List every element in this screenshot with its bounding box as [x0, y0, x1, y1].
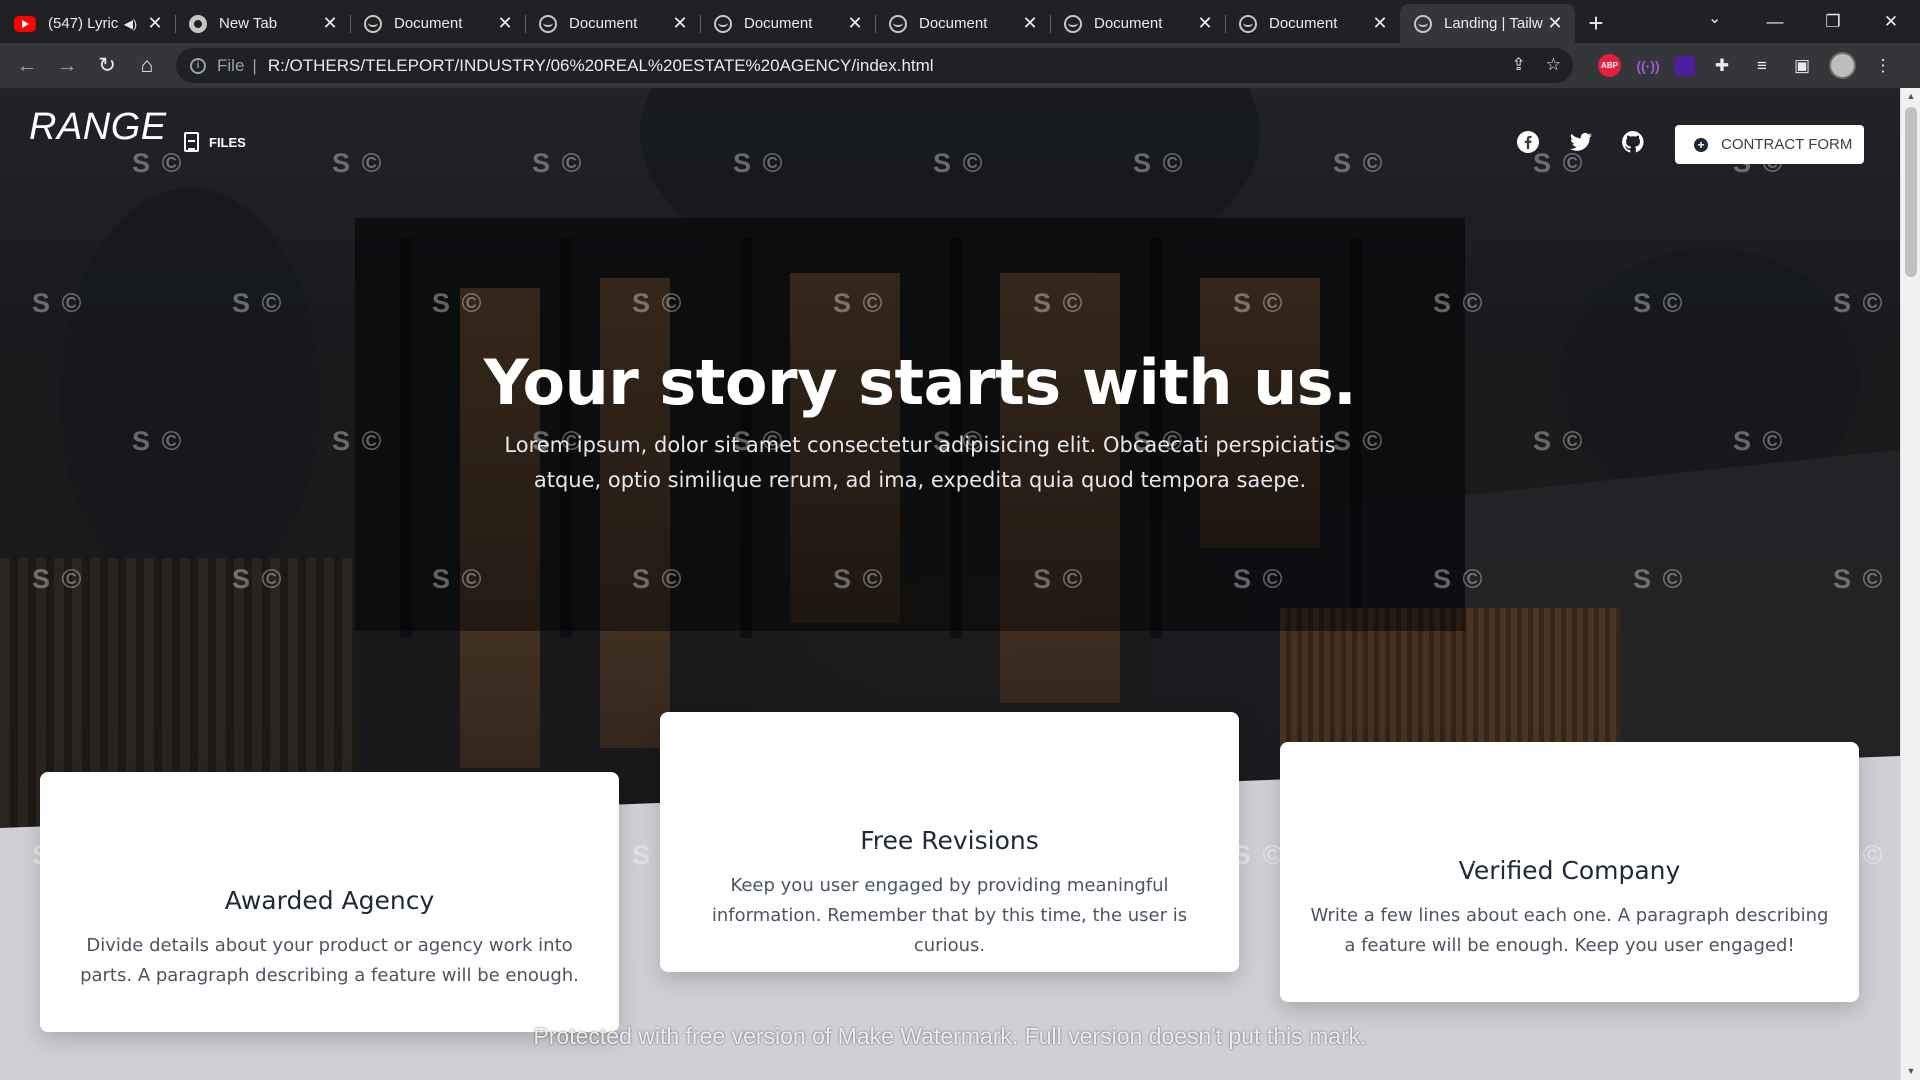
- tab-title: Landing | Tailw: [1444, 15, 1543, 32]
- omnibox-actions: ⇪ ☆: [1512, 55, 1562, 75]
- globe-icon: [364, 14, 382, 33]
- plus-circle-icon: +: [1694, 137, 1708, 152]
- url-scheme: File: [217, 55, 245, 75]
- browser-tab[interactable]: Document ✕: [700, 4, 875, 43]
- tab-title: Document: [744, 15, 813, 32]
- contract-form-label: CONTRACT FORM: [1721, 136, 1853, 153]
- hero-overlay-box: [355, 218, 1465, 631]
- watermark-banner: Protected with free version of Make Wate…: [533, 1023, 1367, 1049]
- tab-strip: (547) Lyric ◀) ✕ New Tab ✕ Document ✕ Do…: [0, 0, 1920, 43]
- close-icon[interactable]: ✕: [1020, 13, 1040, 34]
- feature-card-verified-company: Verified Company Write a few lines about…: [1280, 742, 1859, 1002]
- feature-title: Awarded Agency: [224, 886, 435, 915]
- globe-icon: [889, 14, 907, 33]
- tab-title: Document: [569, 15, 638, 32]
- twitter-icon[interactable]: [1569, 130, 1593, 154]
- purple-extension-icon[interactable]: [1675, 55, 1695, 76]
- feature-title: Free Revisions: [860, 826, 1039, 855]
- site-info-icon[interactable]: i: [190, 57, 206, 74]
- globe-icon: [1239, 14, 1257, 33]
- url-separator: |: [252, 55, 257, 75]
- tab-title: Document: [1094, 15, 1163, 32]
- hero-subtitle: Lorem ipsum, dolor sit amet consectetur …: [504, 433, 1336, 492]
- address-bar[interactable]: i File | R:/OTHERS/TELEPORT/INDUSTRY/06%…: [176, 48, 1573, 83]
- window-controls: — ❐ ✕: [1746, 0, 1920, 43]
- feature-title: Verified Company: [1458, 856, 1681, 885]
- retweet-icon: [920, 737, 979, 796]
- bookmark-star-icon[interactable]: ☆: [1546, 55, 1561, 75]
- share-icon[interactable]: ⇪: [1512, 55, 1526, 75]
- site-logo[interactable]: RANGE: [29, 106, 167, 149]
- watermark-mark: S ©: [1233, 840, 1285, 870]
- speaker-icon[interactable]: ◀): [124, 17, 137, 31]
- home-icon[interactable]: ⌂: [127, 54, 167, 78]
- page-viewport: RANGE FILES + CONTRACT FORM Your story s…: [0, 88, 1920, 1080]
- reload-icon[interactable]: ↻: [87, 53, 127, 78]
- tab-title: New Tab: [219, 15, 278, 32]
- tab-title: (547) Lyric: [48, 15, 119, 32]
- browser-toolbar: ← → ↻ ⌂ i File | R:/OTHERS/TELEPORT/INDU…: [0, 43, 1920, 88]
- globe-icon: [539, 14, 557, 33]
- chrome-icon: [189, 14, 207, 33]
- page-scrollbar[interactable]: ▲ ▼: [1900, 88, 1920, 1080]
- close-icon[interactable]: ✕: [145, 13, 165, 34]
- files-label: FILES: [209, 134, 246, 150]
- browser-tab-active[interactable]: Landing | Tailw ✕: [1400, 4, 1575, 43]
- tab-title: Document: [919, 15, 988, 32]
- feature-card-free-revisions: Free Revisions Keep you user engaged by …: [660, 712, 1239, 972]
- youtube-icon: [14, 15, 36, 32]
- close-icon[interactable]: ✕: [1370, 13, 1390, 34]
- puzzle-icon[interactable]: ✚: [1709, 53, 1735, 79]
- side-panel-icon[interactable]: ▣: [1789, 53, 1815, 79]
- tab-search-chevron-icon[interactable]: ⌄: [1708, 8, 1721, 28]
- browser-tab[interactable]: (547) Lyric ◀) ✕: [0, 4, 175, 43]
- profile-avatar[interactable]: [1829, 52, 1856, 79]
- fingerprint-icon: [1540, 767, 1599, 826]
- browser-tab[interactable]: Document ✕: [525, 4, 700, 43]
- feature-text: Write a few lines about each one. A para…: [1310, 905, 1829, 956]
- close-icon[interactable]: ✕: [320, 13, 340, 34]
- close-icon[interactable]: ✕: [495, 13, 515, 34]
- close-icon[interactable]: ✕: [1545, 13, 1565, 34]
- close-icon[interactable]: ✕: [845, 13, 865, 34]
- menu-kebab-icon[interactable]: ⋮: [1870, 53, 1896, 79]
- radio-icon[interactable]: ((·)): [1635, 53, 1661, 79]
- close-window-icon[interactable]: ✕: [1862, 12, 1920, 32]
- restore-icon[interactable]: ❐: [1804, 12, 1862, 32]
- scroll-up-arrow-icon[interactable]: ▲: [1901, 88, 1920, 105]
- media-control-icon[interactable]: ≡: [1749, 53, 1775, 79]
- award-icon: [300, 797, 359, 856]
- github-icon[interactable]: [1621, 130, 1645, 154]
- site-navbar: RANGE FILES + CONTRACT FORM: [0, 88, 1900, 168]
- close-icon[interactable]: ✕: [1195, 13, 1215, 34]
- globe-icon: [1064, 14, 1082, 33]
- globe-icon: [1414, 14, 1432, 33]
- hero-title: Your story starts with us.: [483, 346, 1357, 419]
- minimize-icon[interactable]: —: [1746, 12, 1804, 32]
- browser-tab[interactable]: New Tab ✕: [175, 4, 350, 43]
- globe-icon: [714, 14, 732, 33]
- tab-title: Document: [1269, 15, 1338, 32]
- browser-tab[interactable]: Document ✕: [1225, 4, 1400, 43]
- adblock-plus-icon[interactable]: ABP: [1598, 54, 1621, 77]
- forward-icon[interactable]: →: [47, 54, 87, 78]
- feature-text: Keep you user engaged by providing meani…: [711, 875, 1188, 956]
- extension-bar: ABP ((·)) ✚ ≡ ▣ ⋮: [1598, 43, 1896, 88]
- facebook-icon[interactable]: [1516, 130, 1540, 154]
- contract-form-button[interactable]: + CONTRACT FORM: [1675, 125, 1864, 164]
- scroll-down-arrow-icon[interactable]: ▼: [1901, 1063, 1920, 1080]
- new-tab-button[interactable]: +: [1575, 4, 1617, 43]
- feature-text: Divide details about your product or age…: [80, 935, 579, 986]
- close-icon[interactable]: ✕: [670, 13, 690, 34]
- feature-card-awarded-agency: Awarded Agency Divide details about your…: [40, 772, 619, 1032]
- url-text[interactable]: R:/OTHERS/TELEPORT/INDUSTRY/06%20REAL%20…: [268, 56, 934, 76]
- scroll-thumb[interactable]: [1905, 107, 1917, 277]
- browser-tab[interactable]: Document ✕: [350, 4, 525, 43]
- files-link[interactable]: FILES: [184, 132, 246, 152]
- back-icon[interactable]: ←: [7, 54, 47, 78]
- document-icon: [184, 132, 199, 152]
- tab-title: Document: [394, 15, 463, 32]
- browser-tab[interactable]: Document ✕: [875, 4, 1050, 43]
- browser-tab[interactable]: Document ✕: [1050, 4, 1225, 43]
